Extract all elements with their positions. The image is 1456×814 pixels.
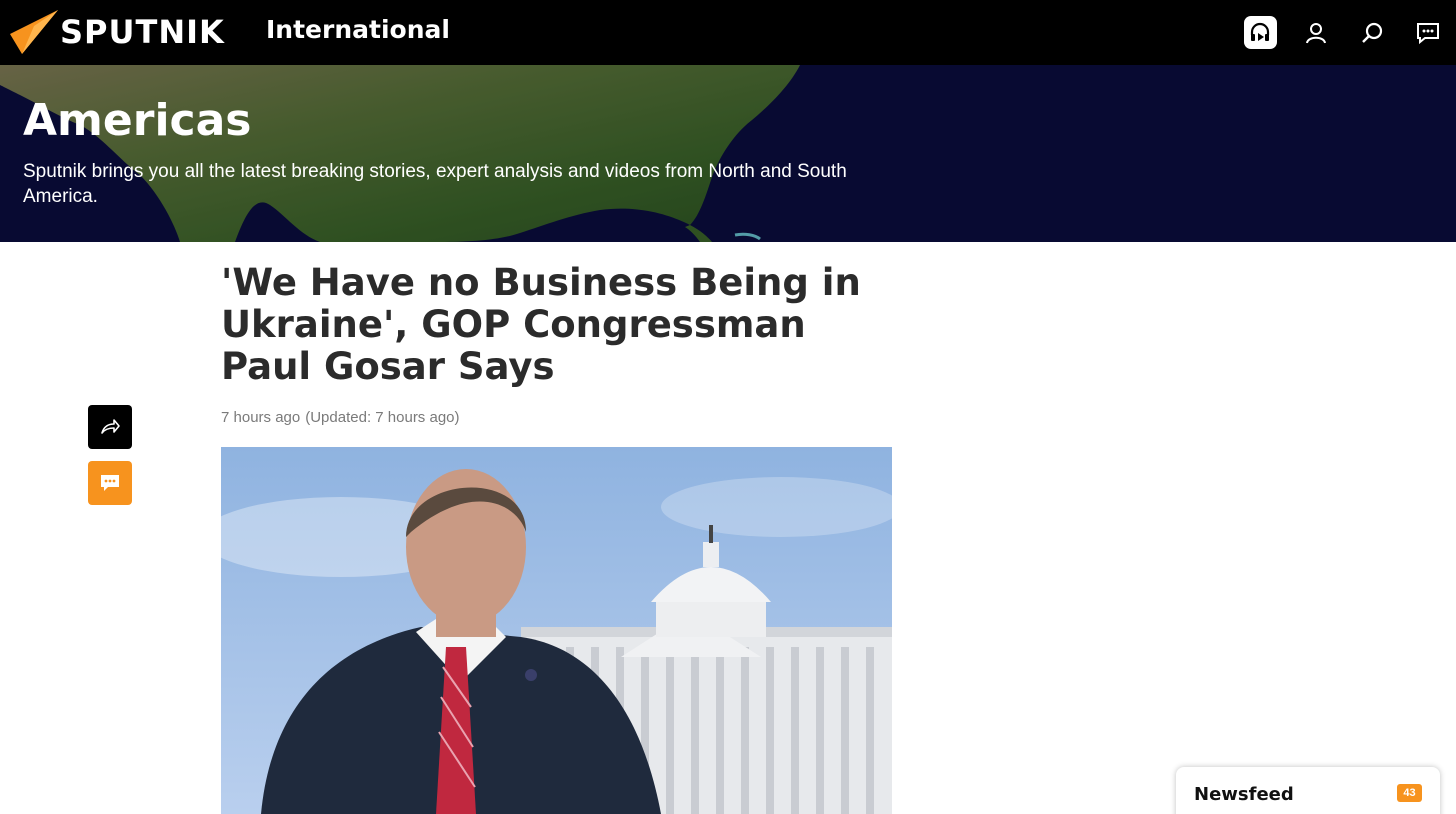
sputnik-logo[interactable]: SPUTNIK — [8, 8, 225, 56]
share-icon — [101, 419, 120, 434]
user-icon — [1306, 22, 1326, 43]
comment-button[interactable] — [88, 461, 132, 505]
article-headline: 'We Have no Business Being in Ukraine', … — [221, 261, 861, 388]
top-bar: SPUTNIK International — [0, 0, 1456, 65]
radio-button[interactable] — [1232, 0, 1288, 65]
logo-text: SPUTNIK — [60, 13, 225, 51]
newsfeed-label: Newsfeed — [1194, 784, 1294, 805]
edition-label[interactable]: International — [266, 15, 450, 44]
section-hero: Americas Sputnik brings you all the late… — [0, 65, 1456, 242]
search-icon — [1362, 22, 1383, 43]
comment-icon — [101, 475, 119, 491]
section-description: Sputnik brings you all the latest breaki… — [23, 161, 847, 207]
chat-icon — [1417, 22, 1439, 44]
radio-icon — [1243, 16, 1277, 49]
article-photo-image — [221, 447, 892, 814]
logo-triangle-icon — [10, 10, 58, 54]
search-button[interactable] — [1344, 0, 1400, 65]
account-button[interactable] — [1288, 0, 1344, 65]
header-icons — [1232, 0, 1456, 65]
share-button[interactable] — [88, 405, 132, 449]
americas-map-image — [0, 65, 1456, 242]
newsfeed-panel[interactable]: Newsfeed 43 — [1176, 767, 1440, 814]
published-time: 7 hours ago — [221, 409, 301, 426]
article-photo[interactable] — [221, 447, 892, 814]
chat-button[interactable] — [1400, 0, 1456, 65]
article-timestamp: 7 hours ago (Updated: 7 hours ago) — [221, 409, 460, 426]
section-title: Americas — [23, 95, 252, 146]
newsfeed-count-badge: 43 — [1397, 784, 1422, 802]
updated-time: (Updated: 7 hours ago) — [305, 409, 460, 426]
